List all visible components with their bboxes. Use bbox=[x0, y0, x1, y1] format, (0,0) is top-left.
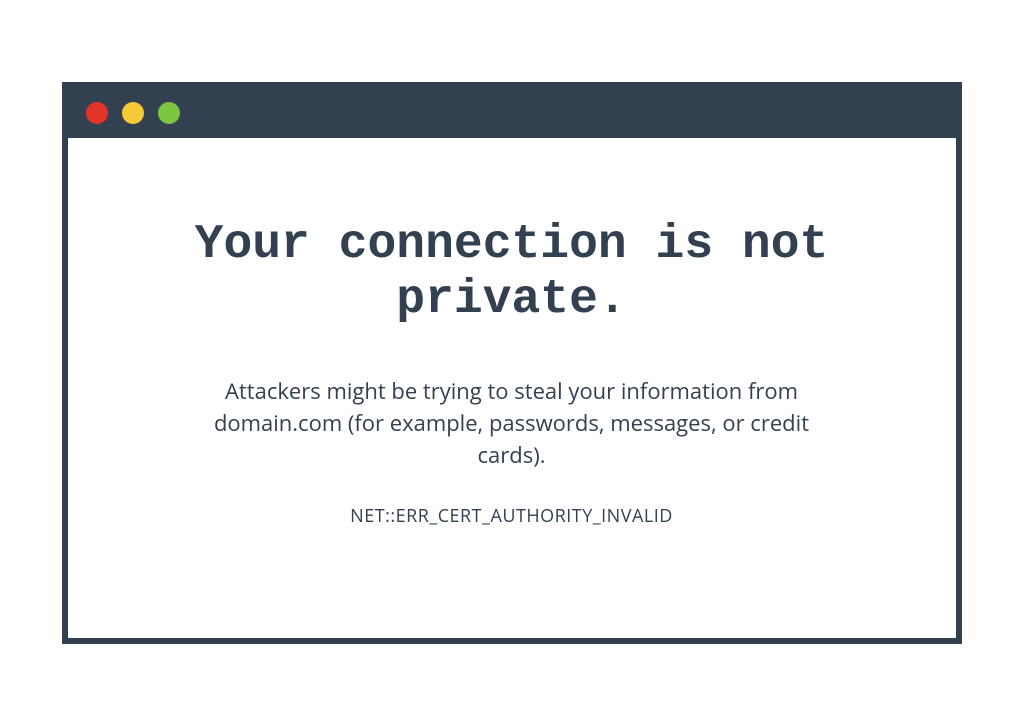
browser-window: Your connection is not private. Attacker… bbox=[62, 82, 962, 644]
warning-heading: Your connection is not private. bbox=[128, 218, 896, 328]
minimize-icon[interactable] bbox=[122, 102, 144, 124]
titlebar bbox=[68, 88, 956, 138]
error-code: NET::ERR_CERT_AUTHORITY_INVALID bbox=[128, 504, 896, 528]
warning-description: Attackers might be trying to steal your … bbox=[202, 376, 822, 472]
close-icon[interactable] bbox=[86, 102, 108, 124]
maximize-icon[interactable] bbox=[158, 102, 180, 124]
warning-content: Your connection is not private. Attacker… bbox=[68, 138, 956, 638]
